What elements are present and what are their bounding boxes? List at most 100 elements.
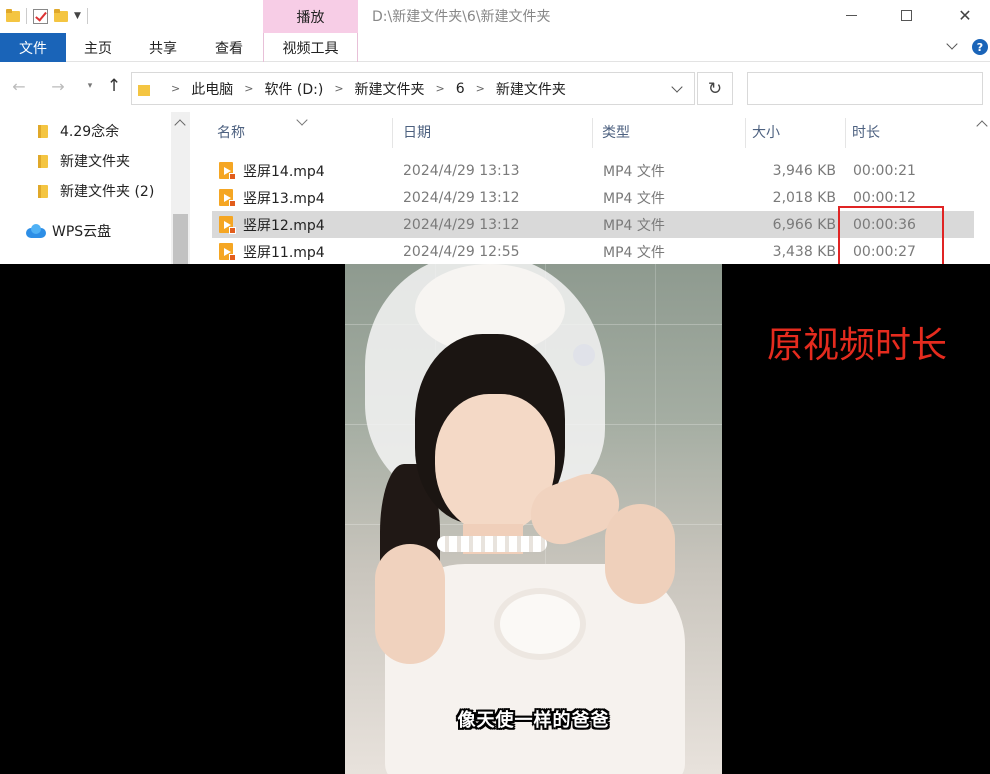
breadcrumb-separator-icon[interactable]: >	[476, 82, 485, 95]
column-divider[interactable]	[745, 118, 746, 148]
file-date-cell: 2024/4/29 13:12	[403, 189, 520, 206]
file-type-cell: MP4 文件	[603, 190, 665, 207]
breadcrumb-separator-icon[interactable]: >	[436, 82, 445, 95]
navigation-pane: 4.29念余 新建文件夹 新建文件夹 (2) WPS云盘	[0, 112, 192, 264]
file-explorer-window: ▼ 播放 D:\新建文件夹\6\新建文件夹 ✕ 文件 主页 共享 查看 视频工具…	[0, 0, 990, 264]
file-list-scrollbar[interactable]	[975, 112, 990, 264]
tab-file[interactable]: 文件	[0, 33, 66, 62]
sort-indicator-icon	[296, 114, 308, 126]
back-arrow-icon[interactable]: ←	[9, 76, 29, 96]
file-size-cell: 2,018 KB	[772, 189, 836, 206]
nav-item-wps-cloud[interactable]: WPS云盘	[26, 218, 111, 244]
scrollbar-thumb[interactable]	[173, 214, 188, 264]
column-divider[interactable]	[392, 118, 393, 148]
nav-item-label: 4.29念余	[60, 124, 120, 140]
arm	[375, 544, 445, 664]
file-type-badge-icon	[229, 199, 236, 207]
scroll-up-arrow-icon[interactable]	[976, 120, 988, 132]
file-size-cell: 6,966 KB	[772, 216, 836, 233]
tab-share[interactable]: 共享	[136, 33, 190, 62]
refresh-button[interactable]: ↻	[697, 72, 733, 105]
minimize-button[interactable]	[828, 0, 874, 30]
video-player-area: 像天使一样的爸爸 原视频时长	[0, 264, 990, 774]
column-header-duration[interactable]: 时长	[852, 112, 880, 152]
new-folder-icon[interactable]	[54, 9, 68, 23]
context-tab-play[interactable]: 播放	[263, 0, 358, 33]
file-duration-cell: 00:00:21	[853, 162, 916, 179]
file-row[interactable]: 竖屏12.mp4 2024/4/29 13:12 MP4 文件 6,966 KB 00:…	[212, 211, 974, 238]
navigation-bar: ← → ▾ ↑ > 此电脑 > 软件 (D:) > 新建文件夹 > 6 > 新建…	[0, 62, 990, 112]
mp4-file-icon	[218, 215, 236, 234]
tab-view[interactable]: 查看	[202, 33, 256, 62]
address-history-dropdown-icon[interactable]	[669, 81, 685, 97]
tab-video-tools[interactable]: 视频工具	[263, 33, 358, 62]
breadcrumb: > 此电脑 > 软件 (D:) > 新建文件夹 > 6 > 新建文件夹	[160, 73, 566, 104]
mp4-file-icon	[218, 161, 236, 180]
column-header-type[interactable]: 类型	[602, 112, 630, 152]
maximize-button[interactable]	[883, 0, 929, 30]
file-size-cell: 3,946 KB	[772, 162, 836, 179]
tab-home[interactable]: 主页	[72, 33, 124, 62]
quick-access-toolbar: ▼	[6, 6, 88, 26]
column-header-date[interactable]: 日期	[403, 112, 431, 152]
breadcrumb-separator-icon[interactable]: >	[171, 82, 180, 95]
up-arrow-icon[interactable]: ↑	[104, 76, 124, 96]
video-frame[interactable]: 像天使一样的爸爸	[345, 264, 722, 774]
file-type-badge-icon	[229, 226, 236, 234]
breadcrumb-separator-icon[interactable]: >	[334, 82, 343, 95]
folder-icon	[36, 154, 50, 168]
nav-item-folder[interactable]: 新建文件夹 (2)	[36, 178, 154, 204]
title-bar: ▼ 播放 D:\新建文件夹\6\新建文件夹 ✕	[0, 0, 990, 33]
nav-item-folder[interactable]: 新建文件夹	[36, 148, 130, 174]
breadcrumb-this-pc[interactable]: 此电脑	[191, 79, 233, 99]
file-duration-cell: 00:00:12	[853, 189, 916, 206]
breadcrumb-current-folder[interactable]: 新建文件夹	[496, 79, 566, 99]
folder-icon[interactable]	[6, 9, 20, 23]
file-duration-cell: 00:00:36	[853, 216, 916, 233]
breadcrumb-folder[interactable]: 新建文件夹	[355, 79, 425, 99]
file-duration-cell: 00:00:27	[853, 243, 916, 260]
breadcrumb-separator-icon[interactable]: >	[244, 82, 253, 95]
address-bar[interactable]: > 此电脑 > 软件 (D:) > 新建文件夹 > 6 > 新建文件夹	[131, 72, 695, 105]
column-header-name[interactable]: 名称	[217, 112, 245, 152]
file-name: 竖屏14.mp4	[243, 163, 325, 180]
video-subtitle: 像天使一样的爸爸	[457, 710, 610, 731]
file-type-badge-icon	[229, 172, 236, 180]
file-row[interactable]: 竖屏14.mp4 2024/4/29 13:13 MP4 文件 3,946 KB 00:…	[212, 157, 974, 184]
file-row[interactable]: 竖屏11.mp4 2024/4/29 12:55 MP4 文件 3,438 KB 00:…	[212, 238, 974, 264]
mp4-file-icon	[218, 242, 236, 261]
expand-ribbon-chevron-icon[interactable]	[945, 39, 959, 53]
file-type-cell: MP4 文件	[603, 217, 665, 234]
ribbon-tabs: 文件 主页 共享 查看 视频工具 ?	[0, 33, 990, 62]
nav-item-folder[interactable]: 4.29念余	[36, 118, 119, 144]
recent-locations-dropdown-icon[interactable]: ▾	[80, 76, 100, 96]
customize-toolbar-dropdown-icon[interactable]: ▼	[74, 11, 81, 21]
file-name-cell: 竖屏14.mp4	[218, 157, 325, 184]
file-name: 竖屏11.mp4	[243, 244, 325, 261]
search-input[interactable]	[747, 72, 983, 105]
scroll-up-arrow-icon[interactable]	[174, 119, 186, 131]
file-list: 名称 日期 类型 大小 时长 竖屏14.mp4 2024/4/29 13:13 MP…	[192, 112, 990, 264]
column-divider[interactable]	[592, 118, 593, 148]
breadcrumb-folder-6[interactable]: 6	[456, 81, 465, 97]
window-title-path: D:\新建文件夹\6\新建文件夹	[372, 9, 551, 25]
close-icon: ✕	[958, 5, 972, 25]
maximize-icon	[900, 9, 912, 21]
column-header-size[interactable]: 大小	[752, 112, 780, 152]
forward-arrow-icon[interactable]: →	[48, 76, 68, 96]
file-size-cell: 3,438 KB	[772, 243, 836, 260]
file-type-cell: MP4 文件	[603, 163, 665, 180]
help-icon[interactable]: ?	[972, 39, 988, 55]
nav-item-label: WPS云盘	[52, 224, 112, 240]
file-name-cell: 竖屏11.mp4	[218, 238, 325, 264]
nav-pane-scrollbar[interactable]	[171, 112, 190, 264]
properties-check-icon[interactable]	[33, 8, 48, 24]
annotation-original-duration: 原视频时长	[767, 325, 948, 366]
file-type-badge-icon	[229, 253, 236, 261]
column-divider[interactable]	[845, 118, 846, 148]
toolbar-divider	[86, 8, 88, 24]
close-button[interactable]: ✕	[942, 0, 988, 30]
mp4-file-icon	[218, 188, 236, 207]
file-row[interactable]: 竖屏13.mp4 2024/4/29 13:12 MP4 文件 2,018 KB 00:…	[212, 184, 974, 211]
breadcrumb-drive-d[interactable]: 软件 (D:)	[264, 79, 323, 99]
